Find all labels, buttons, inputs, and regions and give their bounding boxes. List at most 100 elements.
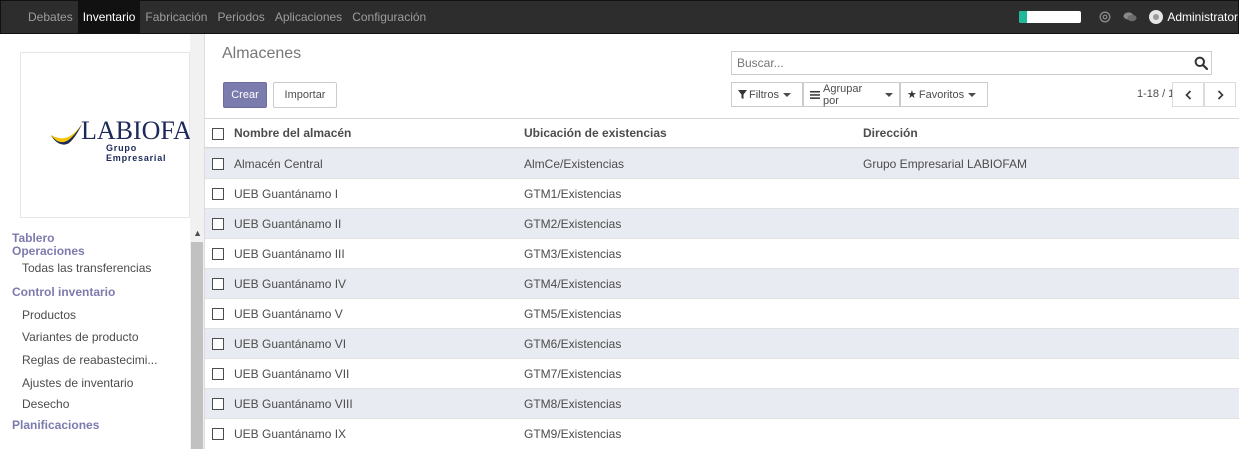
scrollbar-thumb[interactable]	[191, 242, 203, 449]
search-box	[731, 51, 1212, 75]
menu-item-1[interactable]: Inventario	[77, 1, 141, 33]
sidebar-scrollbar[interactable]: ▲	[190, 34, 204, 449]
menu-item-5[interactable]: Configuración	[347, 1, 431, 33]
pager-next-button[interactable]	[1204, 82, 1236, 107]
row-checkbox[interactable]	[212, 398, 224, 410]
table-body: Almacén Central AlmCe/Existencias Grupo Em…	[205, 148, 1239, 448]
company-logo-box: LABIOFAM Grupo Empresarial	[20, 52, 204, 218]
column-header-location[interactable]: Ubicación de existencias	[524, 126, 667, 140]
favorites-button[interactable]: ★ Favoritos	[900, 82, 988, 107]
cell-name: UEB Guantánamo VII	[234, 366, 350, 381]
cell-address: Grupo Empresarial LABIOFAM	[863, 156, 1028, 171]
progress-fill	[1019, 11, 1027, 23]
row-checkbox[interactable]	[212, 158, 224, 170]
cell-location: GTM7/Existencias	[524, 366, 622, 381]
table-row[interactable]: UEB Guantánamo VII GTM7/Existencias	[205, 358, 1239, 388]
warehouse-table: Nombre del almacén Ubicación de existenc…	[205, 118, 1239, 448]
cell-name: UEB Guantánamo V	[234, 306, 343, 321]
sidebar-section-3[interactable]: Control inventario	[12, 279, 192, 305]
search-icon[interactable]	[1194, 56, 1208, 70]
import-button[interactable]: Importar	[273, 82, 337, 108]
chevron-down-icon	[782, 92, 791, 97]
group-by-button[interactable]: Agrupar por	[803, 82, 900, 107]
cell-name: UEB Guantánamo VI	[234, 336, 347, 351]
menu-item-4[interactable]: Aplicaciones	[270, 1, 347, 33]
pager-buttons	[1172, 82, 1236, 107]
chevron-left-icon	[1184, 89, 1191, 100]
company-logo: LABIOFAM Grupo Empresarial	[45, 117, 204, 163]
row-checkbox[interactable]	[212, 428, 224, 440]
cell-name: UEB Guantánamo I	[234, 186, 339, 201]
progress-bar	[1019, 11, 1082, 23]
menu-item-3[interactable]: Periodos	[212, 1, 269, 33]
group-by-label: Agrupar por	[822, 82, 863, 107]
sidebar-nav: Tablero Operaciones Todas las transferenci…	[12, 232, 192, 436]
page-title: Almacenes	[222, 45, 302, 62]
sidebar-item-2[interactable]: Todas las transferencias	[12, 258, 192, 279]
cell-name: UEB Guantánamo II	[234, 216, 342, 231]
cell-location: GTM1/Existencias	[524, 186, 622, 201]
logo-swoosh-icon	[51, 124, 82, 145]
table-header: Nombre del almacén Ubicación de existenc…	[205, 118, 1239, 148]
table-row[interactable]: UEB Guantánamo VIII GTM8/Existencias	[205, 388, 1239, 418]
row-checkbox[interactable]	[212, 218, 224, 230]
cell-location: GTM9/Existencias	[524, 426, 622, 441]
create-button[interactable]: Crear	[223, 82, 267, 108]
table-row[interactable]: UEB Guantánamo III GTM3/Existencias	[205, 238, 1239, 268]
sidebar-item-6[interactable]: Reglas de reabastecimi...	[12, 349, 192, 372]
at-icon[interactable]	[1099, 11, 1111, 23]
column-header-address[interactable]: Dirección	[863, 126, 918, 140]
sidebar-item-7[interactable]: Ajustes de inventario	[12, 372, 192, 395]
row-checkbox[interactable]	[212, 308, 224, 320]
row-checkbox[interactable]	[212, 368, 224, 380]
sidebar-section-1[interactable]: Operaciones	[12, 244, 192, 258]
top-navbar: Debates Inventario Fabricación Periodos Apli…	[0, 0, 1239, 34]
chevron-down-icon	[968, 92, 977, 97]
cell-name: UEB Guantánamo IX	[234, 426, 347, 441]
chat-icon[interactable]	[1123, 11, 1137, 23]
scroll-up-icon[interactable]: ▲	[193, 228, 202, 238]
filters-button[interactable]: Filtros	[731, 82, 803, 107]
search-input[interactable]	[737, 56, 1177, 70]
filter-icon	[738, 90, 747, 99]
select-all-checkbox[interactable]	[212, 128, 224, 140]
cell-location: GTM3/Existencias	[524, 246, 622, 261]
cell-name: UEB Guantánamo VIII	[234, 396, 353, 411]
sidebar-section-9[interactable]: Planificaciones	[12, 414, 192, 436]
logo-subtitle: Grupo Empresarial	[106, 143, 167, 163]
cell-location: GTM8/Existencias	[524, 396, 622, 411]
table-row[interactable]: UEB Guantánamo I GTM1/Existencias	[205, 178, 1239, 208]
sidebar-item-5[interactable]: Variantes de producto	[12, 326, 192, 349]
main-menu: Debates Inventario Fabricación Periodos Apli…	[1, 1, 431, 33]
sidebar-item-4[interactable]: Productos	[12, 305, 192, 326]
sidebar-section-0[interactable]: Tablero	[12, 232, 192, 244]
sidebar-item-8[interactable]: Desecho	[12, 395, 192, 414]
navbar-right: Administrator	[1019, 1, 1238, 33]
menu-item-2[interactable]: Fabricación	[140, 1, 212, 33]
table-row[interactable]: UEB Guantánamo VI GTM6/Existencias	[205, 328, 1239, 358]
user-menu[interactable]: Administrator	[1149, 10, 1238, 24]
cell-location: GTM2/Existencias	[524, 216, 622, 231]
row-checkbox[interactable]	[212, 248, 224, 260]
cell-location: GTM4/Existencias	[524, 276, 622, 291]
cell-location: GTM5/Existencias	[524, 306, 622, 321]
menu-item-0[interactable]: Debates	[23, 1, 78, 33]
star-icon: ★	[907, 89, 917, 101]
cell-name: Almacén Central	[234, 156, 323, 171]
pager-previous-button[interactable]	[1172, 82, 1204, 107]
main-content: Almacenes Crear Importar Filtros Agrupar…	[205, 34, 1239, 449]
table-row[interactable]: UEB Guantánamo IV GTM4/Existencias	[205, 268, 1239, 298]
table-row[interactable]: UEB Guantánamo V GTM5/Existencias	[205, 298, 1239, 328]
table-row[interactable]: UEB Guantánamo II GTM2/Existencias	[205, 208, 1239, 238]
cell-name: UEB Guantánamo IV	[234, 276, 347, 291]
cell-name: UEB Guantánamo III	[234, 246, 345, 261]
column-header-name[interactable]: Nombre del almacén	[234, 126, 351, 140]
cell-location: GTM6/Existencias	[524, 336, 622, 351]
table-row[interactable]: UEB Guantánamo IX GTM9/Existencias	[205, 418, 1239, 448]
bars-icon	[810, 90, 820, 99]
row-checkbox[interactable]	[212, 338, 224, 350]
row-checkbox[interactable]	[212, 278, 224, 290]
table-row[interactable]: Almacén Central AlmCe/Existencias Grupo Em…	[205, 148, 1239, 178]
row-checkbox[interactable]	[212, 188, 224, 200]
chevron-right-icon	[1217, 89, 1224, 100]
